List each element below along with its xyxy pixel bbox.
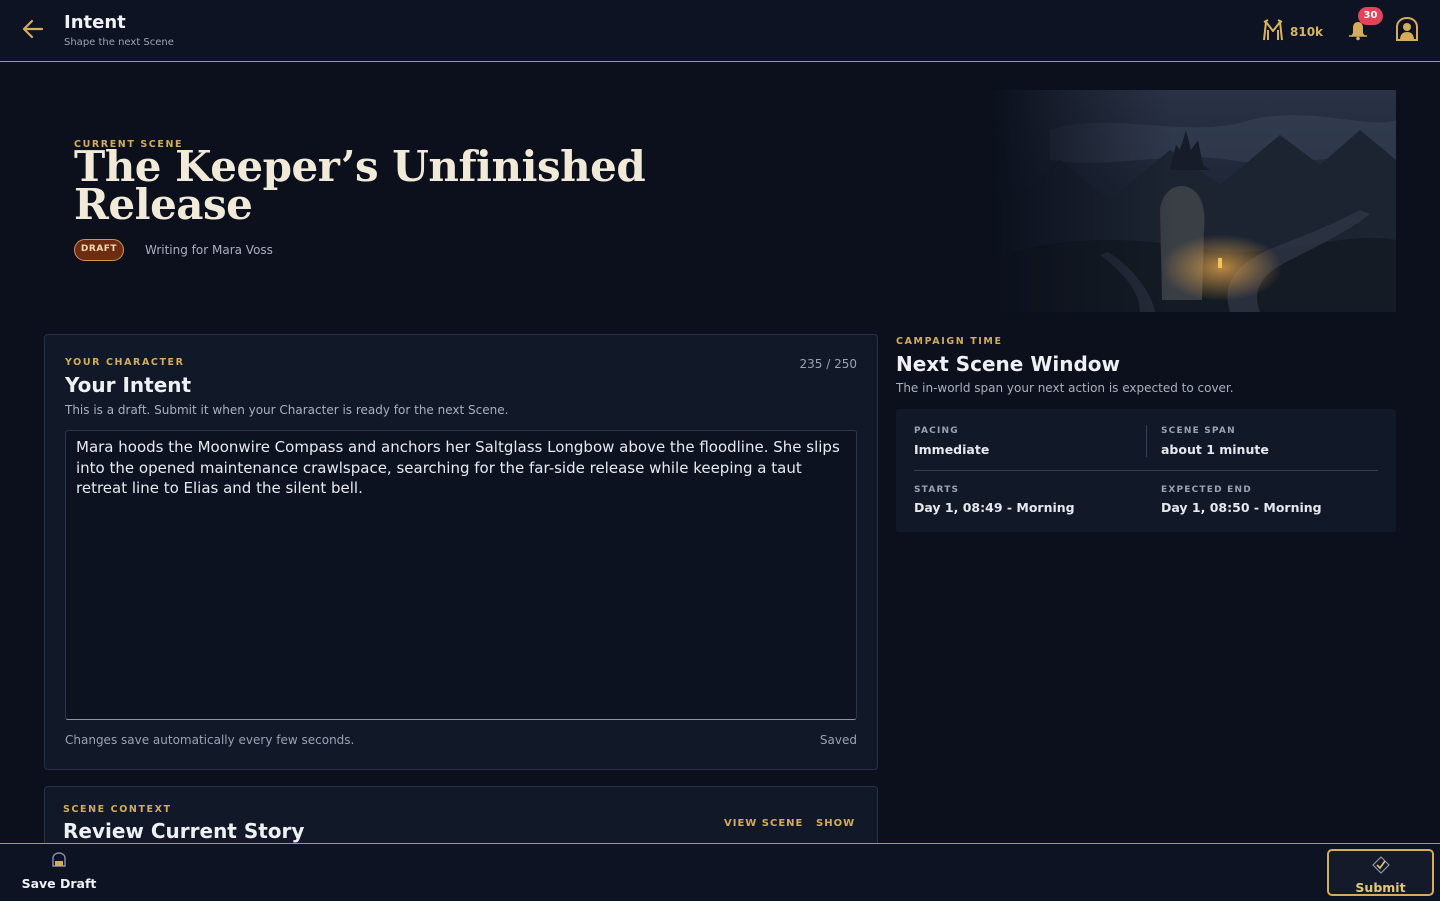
back-arrow-icon[interactable] <box>20 16 46 42</box>
submit-button[interactable]: Submit <box>1327 849 1434 896</box>
pacing-label: PACING <box>914 426 959 436</box>
save-draft-label: Save Draft <box>21 876 97 891</box>
scene-illustration <box>990 90 1396 312</box>
save-draft-button[interactable]: Save Draft <box>20 852 98 896</box>
page-title: Intent <box>64 12 126 33</box>
intent-card: YOUR CHARACTER Your Intent 235 / 250 Thi… <box>44 334 878 770</box>
your-character-eyebrow: YOUR CHARACTER <box>65 357 185 368</box>
next-scene-window-description: The in-world span your next action is ex… <box>896 381 1234 395</box>
avatar-icon[interactable] <box>1394 16 1420 42</box>
next-scene-window-title: Next Scene Window <box>896 352 1121 376</box>
starts-label: STARTS <box>914 485 960 495</box>
pacing-value: Immediate <box>914 442 990 457</box>
page-subtitle: Shape the next Scene <box>64 37 174 48</box>
status-badge: DRAFT <box>74 239 124 261</box>
autosave-note: Changes save automatically every few sec… <box>65 733 355 747</box>
submit-check-icon <box>1371 856 1390 878</box>
scene-span-label: SCENE SPAN <box>1161 426 1236 436</box>
page-title-group: Intent Shape the next Scene <box>64 12 174 48</box>
campaign-time-eyebrow: CAMPAIGN TIME <box>896 336 1003 347</box>
top-bar: Intent Shape the next Scene 810k 30 <box>0 0 1440 62</box>
starts-value: Day 1, 08:49 - Morning <box>914 500 1075 515</box>
intent-textarea[interactable]: Mara hoods the Moonwire Compass and anch… <box>65 430 857 720</box>
writing-for-text: Writing for Mara Voss <box>145 243 273 257</box>
scene-context-eyebrow: SCENE CONTEXT <box>63 804 172 815</box>
submit-label: Submit <box>1355 880 1406 895</box>
expected-end-label: EXPECTED END <box>1161 485 1252 495</box>
scene-title: The Keeper’s Unfinished Release <box>74 142 646 229</box>
save-icon <box>51 852 67 872</box>
time-panel: PACING Immediate SCENE SPAN about 1 minu… <box>896 409 1396 532</box>
notification-badge: 30 <box>1358 7 1383 25</box>
bottom-action-bar: Save Draft Submit <box>0 843 1440 901</box>
currency-value: 810k <box>1290 25 1324 39</box>
divider <box>1146 425 1147 457</box>
expected-end-value: Day 1, 08:50 - Morning <box>1161 500 1322 515</box>
character-count: 235 / 250 <box>799 357 857 371</box>
save-status: Saved <box>819 733 857 747</box>
scene-span-value: about 1 minute <box>1161 442 1269 457</box>
view-scene-button[interactable]: VIEW SCENE <box>724 818 803 829</box>
divider <box>914 470 1378 471</box>
intent-description: This is a draft. Submit it when your Cha… <box>65 403 509 417</box>
review-story-title: Review Current Story <box>63 819 305 843</box>
currency-icon <box>1262 18 1284 46</box>
intent-title: Your Intent <box>65 373 192 397</box>
show-button[interactable]: SHOW <box>816 818 855 829</box>
currency-display[interactable]: 810k <box>1262 18 1323 46</box>
